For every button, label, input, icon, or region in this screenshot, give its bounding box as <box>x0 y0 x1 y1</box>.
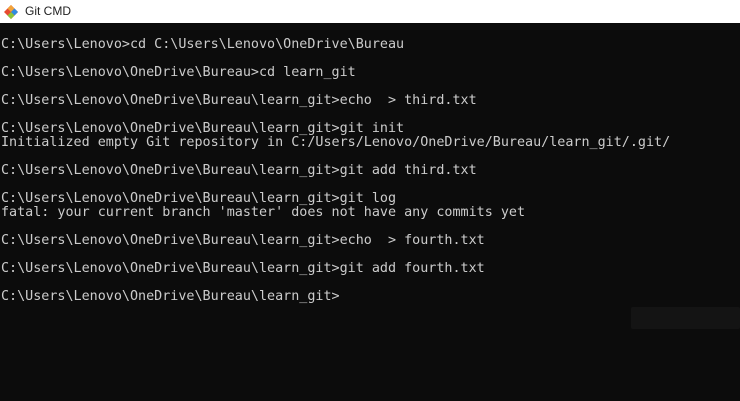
console-line: C:\Users\Lenovo\OneDrive\Bureau\learn_gi… <box>1 191 397 206</box>
console-line: C:\Users\Lenovo\OneDrive\Bureau>cd learn… <box>1 65 356 80</box>
console-prompt: C:\Users\Lenovo\OneDrive\Bureau\learn_gi… <box>1 289 340 304</box>
git-cmd-window: Git CMD C:\Users\Lenovo>cd C:\Users\Leno… <box>0 0 740 401</box>
console-line: C:\Users\Lenovo\OneDrive\Bureau\learn_gi… <box>1 93 477 108</box>
console-line: C:\Users\Lenovo\OneDrive\Bureau\learn_gi… <box>1 121 405 136</box>
console-line: Initialized empty Git repository in C:/U… <box>1 135 671 150</box>
console-line: fatal: your current branch 'master' does… <box>1 205 526 220</box>
console-line: C:\Users\Lenovo\OneDrive\Bureau\learn_gi… <box>1 163 477 178</box>
title-bar[interactable]: Git CMD <box>0 0 740 23</box>
window-title: Git CMD <box>25 4 71 18</box>
console-output[interactable]: C:\Users\Lenovo>cd C:\Users\Lenovo\OneDr… <box>0 23 740 401</box>
console-line: C:\Users\Lenovo>cd C:\Users\Lenovo\OneDr… <box>1 37 405 52</box>
console-line: C:\Users\Lenovo\OneDrive\Bureau\learn_gi… <box>1 261 485 276</box>
faded-overlay <box>631 307 740 329</box>
console-line: C:\Users\Lenovo\OneDrive\Bureau\learn_gi… <box>1 233 485 248</box>
git-diamond-icon <box>3 4 19 20</box>
